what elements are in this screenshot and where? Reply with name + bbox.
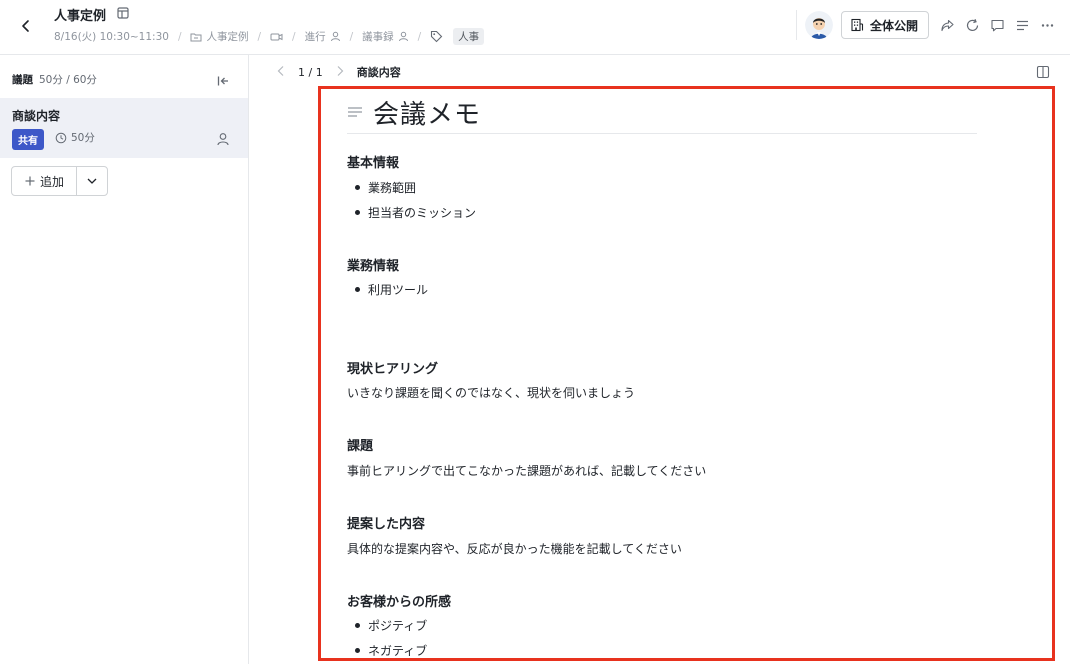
section-text[interactable]: 具体的な提案内容や、反応が良かった機能を記載してください	[347, 540, 682, 557]
outline-button[interactable]	[1010, 11, 1035, 39]
meeting-notes-document[interactable]: 会議メモ 基本情報 業務範囲 担当者のミッション 業務情報 利用ツール 現状ヒア…	[318, 86, 1055, 661]
collapse-left-icon	[217, 76, 228, 86]
agenda-item-title: 商談内容	[12, 109, 61, 123]
video-icon	[270, 33, 283, 40]
meeting-datetime: 8/16(火) 10:30~11:30	[54, 31, 169, 43]
section-heading[interactable]: お客様からの所感	[347, 591, 451, 610]
assignee-button[interactable]	[216, 131, 230, 150]
public-visibility-button[interactable]: 全体公開	[840, 11, 929, 39]
outline-icon	[1017, 20, 1028, 30]
section-heading[interactable]: 業務情報	[347, 255, 399, 274]
note-taker[interactable]: 議事録	[362, 29, 409, 44]
person-icon	[330, 31, 340, 42]
agenda-sidebar: 議題 50分 / 60分 商談内容 共有 50分 追加	[0, 55, 249, 664]
person-icon	[398, 31, 408, 42]
topic-pager: 1 / 1 商談内容	[276, 64, 401, 80]
tag-chip[interactable]: 人事	[453, 28, 485, 45]
split-view-icon	[1036, 65, 1050, 79]
agenda-item[interactable]: 商談内容 共有 50分	[0, 98, 248, 158]
back-button[interactable]	[14, 14, 38, 38]
list-item[interactable]: ネガティブ	[355, 642, 427, 658]
refresh-icon	[966, 18, 979, 31]
agenda-header: 議題 50分 / 60分	[12, 74, 97, 86]
top-bar: 人事定例 8/16(火) 10:30~11:30 / 人事定例 / / 進行 /…	[0, 0, 1070, 55]
share-button[interactable]	[935, 11, 960, 39]
comment-icon	[991, 19, 1004, 31]
tag-icon	[431, 30, 443, 43]
text-align-icon[interactable]	[347, 105, 363, 119]
chevron-left-icon	[22, 20, 29, 32]
section-heading[interactable]: 現状ヒアリング	[347, 358, 438, 377]
page-indicator: 1 / 1	[298, 65, 323, 79]
person-icon	[217, 133, 229, 146]
building-icon	[851, 18, 864, 32]
document-title-row: 会議メモ	[347, 91, 977, 134]
more-button[interactable]	[1035, 11, 1060, 39]
shared-badge: 共有	[12, 129, 44, 150]
section-text[interactable]: いきなり課題を聞くのではなく、現状を伺いましょう	[347, 384, 635, 401]
section-heading[interactable]: 提案した内容	[347, 513, 425, 532]
agenda-time-total: 50分 / 60分	[39, 74, 97, 86]
section-heading[interactable]: 課題	[347, 435, 373, 454]
add-agenda-button[interactable]: 追加	[12, 167, 77, 195]
chevron-right-icon	[337, 65, 344, 76]
add-agenda-group: 追加	[11, 166, 108, 196]
video-link[interactable]	[270, 31, 283, 43]
share-icon	[941, 19, 954, 31]
facilitator[interactable]: 進行	[305, 29, 341, 44]
list-item[interactable]: 業務範囲	[355, 179, 416, 196]
template-icon[interactable]	[116, 5, 130, 24]
list-item[interactable]: ポジティブ	[355, 617, 427, 634]
more-icon	[1041, 23, 1054, 27]
previous-topic-button[interactable]	[276, 65, 286, 80]
section-heading[interactable]: 基本情報	[347, 152, 399, 171]
meeting-meta: 8/16(火) 10:30~11:30 / 人事定例 / / 進行 / 議事録 …	[54, 28, 485, 45]
refresh-button[interactable]	[960, 11, 985, 39]
list-item[interactable]: 利用ツール	[355, 281, 428, 298]
folder-link[interactable]: 人事定例	[190, 29, 248, 44]
split-view-button[interactable]	[1036, 64, 1050, 83]
chevron-left-icon	[277, 65, 284, 76]
folder-icon	[190, 33, 202, 41]
plus-icon	[25, 176, 35, 186]
clock-icon	[55, 132, 67, 143]
meeting-title: 人事定例	[54, 9, 107, 24]
document-title[interactable]: 会議メモ	[373, 94, 481, 131]
next-topic-button[interactable]	[335, 65, 345, 80]
current-topic-name: 商談内容	[356, 66, 401, 79]
tag-group[interactable]: 人事	[430, 28, 485, 45]
collapse-sidebar-button[interactable]	[213, 71, 233, 91]
list-item[interactable]: 担当者のミッション	[355, 204, 476, 221]
add-options-dropdown[interactable]	[77, 167, 107, 195]
chevron-down-icon	[87, 178, 97, 184]
section-text[interactable]: 事前ヒアリングで出てこなかった課題があれば、記載してください	[347, 462, 706, 479]
avatar[interactable]	[804, 11, 833, 39]
agenda-item-duration[interactable]: 50分	[55, 130, 95, 145]
comment-button[interactable]	[985, 11, 1010, 39]
